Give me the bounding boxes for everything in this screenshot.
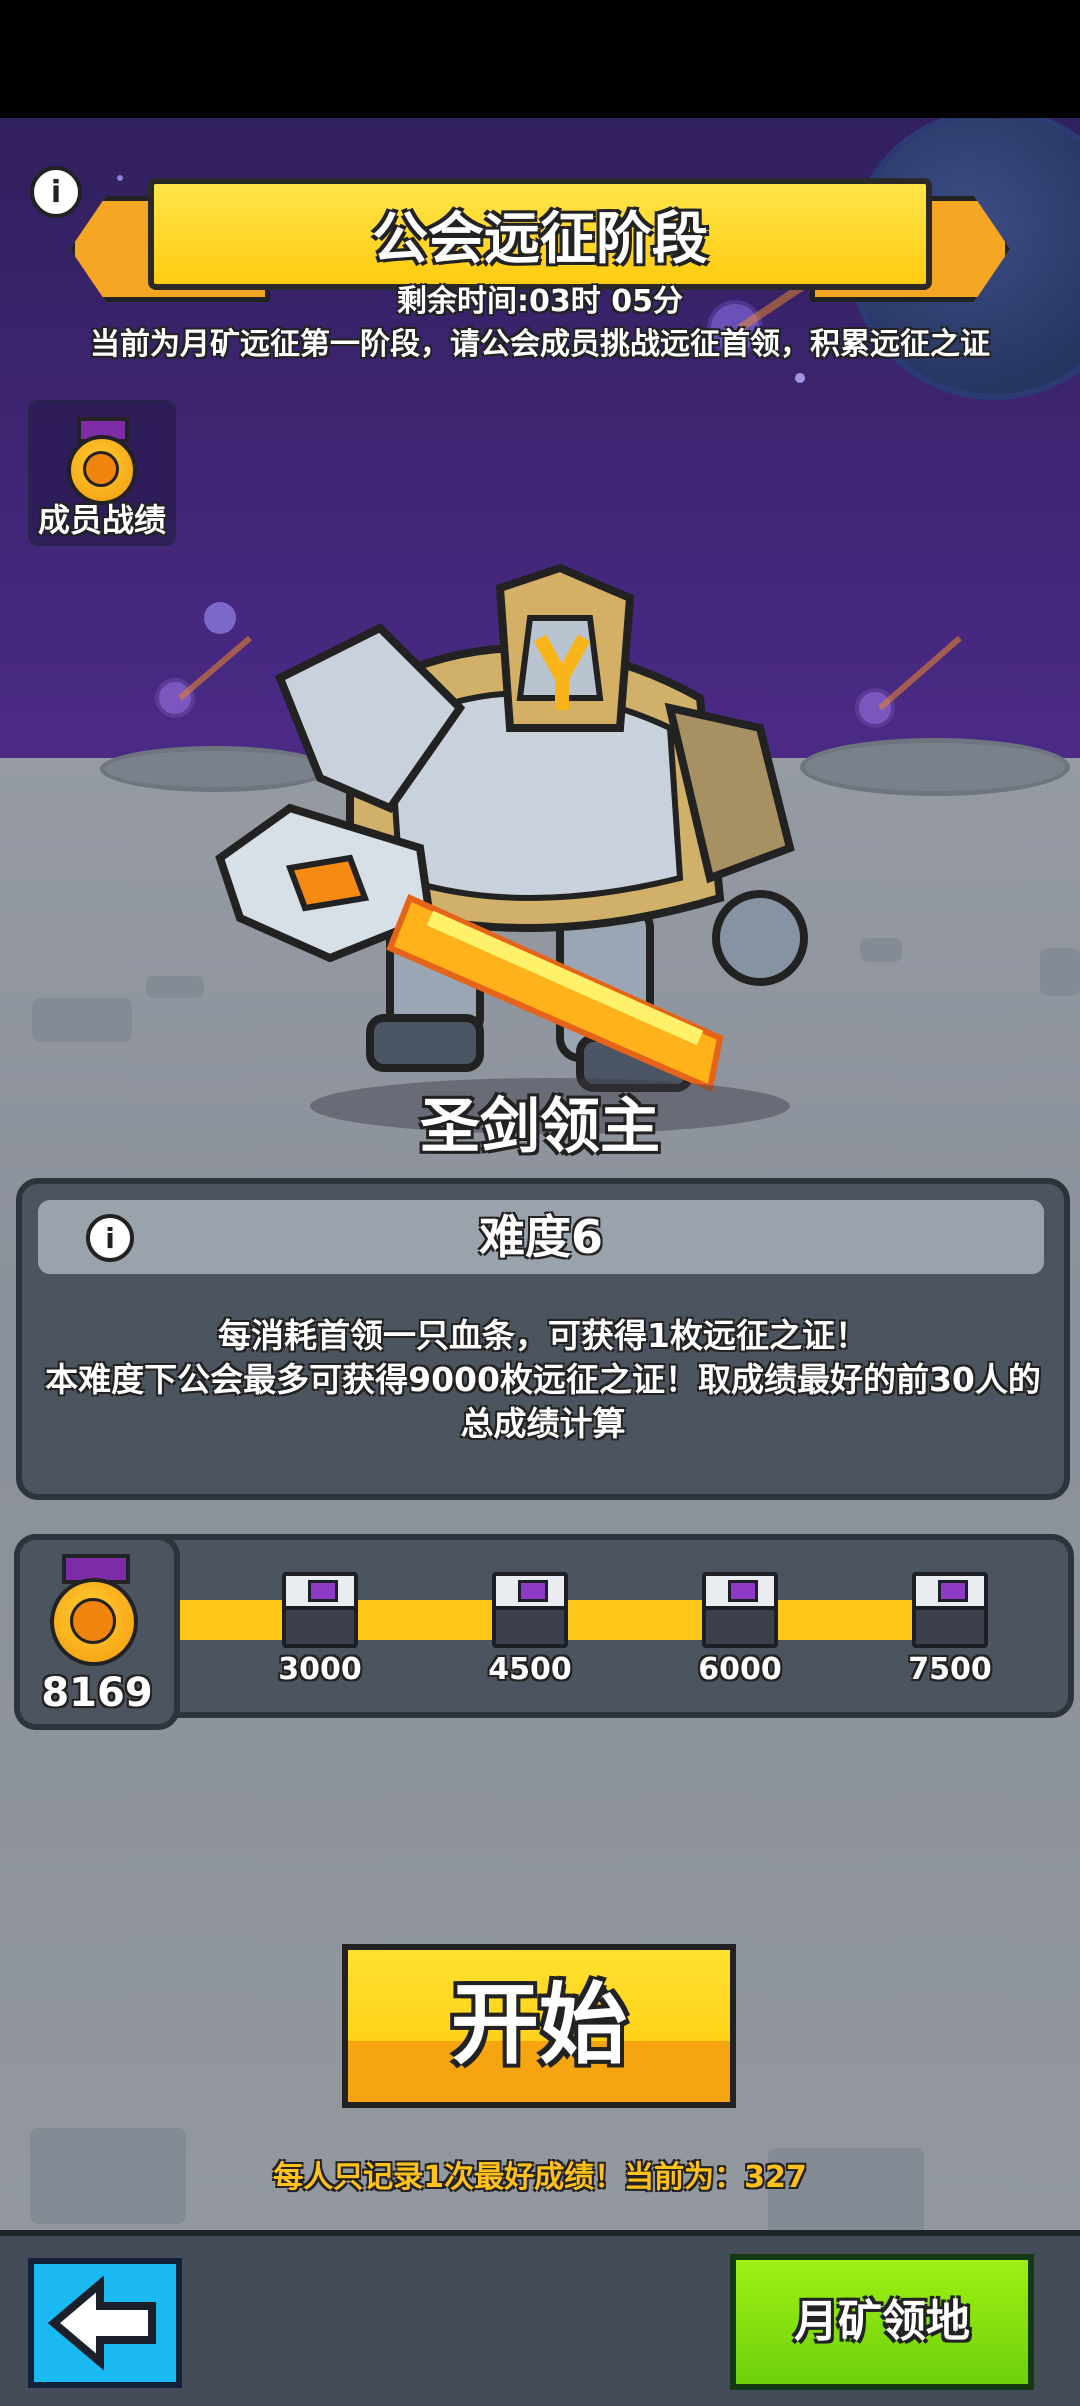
treasure-chest-icon[interactable] xyxy=(282,1572,358,1648)
difficulty-header: i 难度6 xyxy=(38,1200,1044,1274)
rock xyxy=(146,976,204,998)
milestone-label: 3000 xyxy=(278,1652,362,1687)
game-stage: 公会远征阶段 i 剩余时间:03时 05分 当前为月矿远征第一阶段，请公会成员挑… xyxy=(0,118,1080,2230)
treasure-chest-icon[interactable] xyxy=(492,1572,568,1648)
rock xyxy=(32,998,132,1042)
start-button[interactable]: 开始 xyxy=(342,1944,736,2108)
member-record-button[interactable]: 成员战绩 xyxy=(28,400,176,546)
milestone-label: 6000 xyxy=(698,1652,782,1687)
stage-description: 当前为月矿远征第一阶段，请公会成员挑战远征首领，积累远征之证 xyxy=(90,327,990,362)
medal-icon xyxy=(50,1554,140,1666)
difficulty-description: 每消耗首领一只血条，可获得1枚远征之证！ 本难度下公会最多可获得9000枚远征之… xyxy=(42,1314,1044,1446)
remaining-time: 剩余时间:03时 05分 xyxy=(397,284,683,319)
member-record-label: 成员战绩 xyxy=(37,501,166,539)
current-score: 8169 xyxy=(41,1670,153,1716)
difficulty-panel: i 难度6 每消耗首领一只血条，可获得1枚远征之证！ 本难度下公会最多可获得90… xyxy=(16,1178,1070,1500)
difficulty-title: 难度6 xyxy=(478,1210,603,1264)
rock xyxy=(860,938,902,962)
boss-character xyxy=(200,478,840,1158)
moon-mine-territory-button[interactable]: 月矿领地 xyxy=(730,2254,1034,2390)
crater xyxy=(800,738,1070,796)
moon-mine-territory-label: 月矿领地 xyxy=(794,2296,970,2347)
bottom-bar: 月矿领地 xyxy=(0,2230,1080,2406)
score-box: 8169 xyxy=(14,1534,180,1730)
boss-name: 圣剑领主 xyxy=(420,1092,660,1162)
title-plate: 公会远征阶段 xyxy=(148,178,932,290)
back-button[interactable] xyxy=(28,2258,182,2388)
start-button-label: 开始 xyxy=(450,1973,627,2076)
difficulty-line-2: 本难度下公会最多可获得9000枚远征之证！取成绩最好的前30人的总成绩计算 xyxy=(45,1360,1041,1443)
reward-progress-panel: 8169 3000 4500 6000 7500 xyxy=(14,1534,1074,1730)
info-icon[interactable]: i xyxy=(30,166,82,218)
milestone-label: 4500 xyxy=(488,1652,572,1687)
treasure-chest-icon[interactable] xyxy=(912,1572,988,1648)
holy-sword-lord-figure xyxy=(215,563,808,1093)
page-title: 公会远征阶段 xyxy=(372,206,708,272)
medal-icon xyxy=(67,417,137,505)
treasure-chest-icon[interactable] xyxy=(702,1572,778,1648)
milestone-label: 7500 xyxy=(908,1652,992,1687)
rock xyxy=(1040,948,1080,996)
difficulty-line-1: 每消耗首领一只血条，可获得1枚远征之证！ xyxy=(218,1316,868,1355)
title-banner: 公会远征阶段 xyxy=(70,158,1010,302)
back-arrow-icon xyxy=(47,2275,156,2371)
best-score-note: 每人只记录1次最好成绩！当前为：327 xyxy=(273,2160,807,2195)
